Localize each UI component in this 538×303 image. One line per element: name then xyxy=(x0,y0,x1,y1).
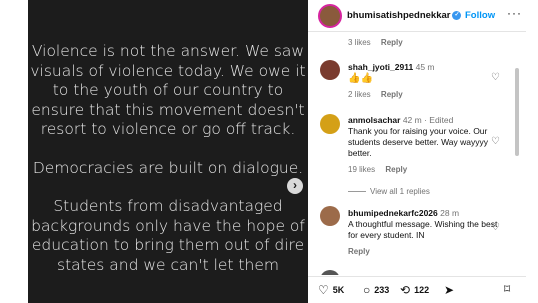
chevron-right-icon: › xyxy=(293,178,297,192)
comment-username[interactable]: shah_jyoti_2911 xyxy=(348,62,413,72)
comment-username[interactable]: anmolsachar xyxy=(348,115,400,125)
comment-button[interactable]: ○ 233 xyxy=(363,283,389,297)
view-replies-text[interactable]: View all 1 replies xyxy=(370,187,430,196)
likes-count[interactable]: 2 likes xyxy=(348,90,371,99)
view-replies-link[interactable]: View all 1 replies xyxy=(348,187,438,196)
comment-text: 👍👍 xyxy=(348,73,373,84)
reposts-total: 122 xyxy=(414,285,430,295)
comment-meta: Reply xyxy=(348,247,378,256)
comments-list[interactable]: 3 likes Reply shah_jyoti_2911 45 m 👍👍 ♡ … xyxy=(308,32,526,275)
comment-header: bhumipednekarfc2026 28 m xyxy=(348,208,498,219)
follow-button[interactable]: Follow xyxy=(465,10,495,21)
view-replies-divider xyxy=(348,191,366,193)
comment-meta: 2 likes Reply xyxy=(348,90,411,99)
author-username[interactable]: bhumisatishpednekkar ✓ xyxy=(347,10,462,21)
comment-text: A thoughtful message. Wishing the best f… xyxy=(348,219,498,240)
likes-count[interactable]: 3 likes xyxy=(348,38,371,47)
share-button[interactable]: ➤ xyxy=(444,283,458,297)
reply-button[interactable]: Reply xyxy=(385,165,407,174)
comment-text: Thank you for raising your voice. Our st… xyxy=(348,126,488,158)
comment-time: 42 m · Edited xyxy=(402,115,454,125)
likes-total: 5K xyxy=(332,285,345,295)
comment-meta: 19 likes Reply xyxy=(348,165,415,174)
heart-icon[interactable]: ♡ xyxy=(491,222,500,233)
comment-header: anmolsachar 42 m · Edited xyxy=(348,115,498,126)
next-slide-button[interactable]: › xyxy=(287,178,303,194)
heart-icon: ♡ xyxy=(318,283,329,297)
heart-icon[interactable]: ♡ xyxy=(491,136,500,147)
scrollbar[interactable] xyxy=(515,68,519,156)
avatar[interactable] xyxy=(320,60,340,80)
repost-button[interactable]: ⟲ 122 xyxy=(400,283,429,297)
page-margin-right xyxy=(526,0,538,303)
reply-button[interactable]: Reply xyxy=(381,90,403,99)
comment-icon: ○ xyxy=(363,283,371,297)
comment-meta: 3 likes Reply xyxy=(348,38,411,47)
post-media[interactable]: Violence is not the answer. We saw visua… xyxy=(28,0,308,303)
comment-time: 28 m xyxy=(440,208,460,218)
likes-count[interactable]: 19 likes xyxy=(348,165,375,174)
comments-total: 233 xyxy=(374,285,390,295)
avatar[interactable] xyxy=(320,206,340,226)
heart-icon[interactable]: ♡ xyxy=(491,72,500,83)
author-username-text[interactable]: bhumisatishpednekkar xyxy=(347,10,450,21)
post-text: Violence is not the answer. We saw visua… xyxy=(28,42,308,294)
avatar[interactable] xyxy=(318,4,342,28)
page-margin-left xyxy=(0,0,28,303)
avatar[interactable] xyxy=(320,270,340,275)
more-options-icon[interactable]: ··· xyxy=(507,6,522,20)
share-icon: ➤ xyxy=(444,283,455,297)
comment-username[interactable]: bhumipednekarfc2026 xyxy=(348,208,438,218)
post-header: bhumisatishpednekkar ✓ Follow ··· xyxy=(308,0,526,32)
post-paragraph-2: Democracies are built on dialogue. xyxy=(32,158,304,177)
comment-time: 45 m xyxy=(415,62,435,72)
post-paragraph-1: Violence is not the answer. We saw visua… xyxy=(30,42,306,138)
post-paragraph-3: Students from disadvantaged backgrounds … xyxy=(31,197,305,274)
reply-button[interactable]: Reply xyxy=(381,38,403,47)
comment-header: shah_jyoti_2911 45 m xyxy=(348,62,498,73)
avatar[interactable] xyxy=(320,114,340,134)
action-bar: ♡ 5K ○ 233 ⟲ 122 ➤ ⌑ xyxy=(308,276,526,303)
like-button[interactable]: ♡ 5K xyxy=(318,283,344,297)
repost-icon: ⟲ xyxy=(400,283,411,297)
reply-button[interactable]: Reply xyxy=(348,247,370,256)
verified-icon: ✓ xyxy=(452,10,462,20)
bookmark-icon[interactable]: ⌑ xyxy=(504,282,510,296)
comments-panel: bhumisatishpednekkar ✓ Follow ··· 3 likes… xyxy=(308,0,526,303)
